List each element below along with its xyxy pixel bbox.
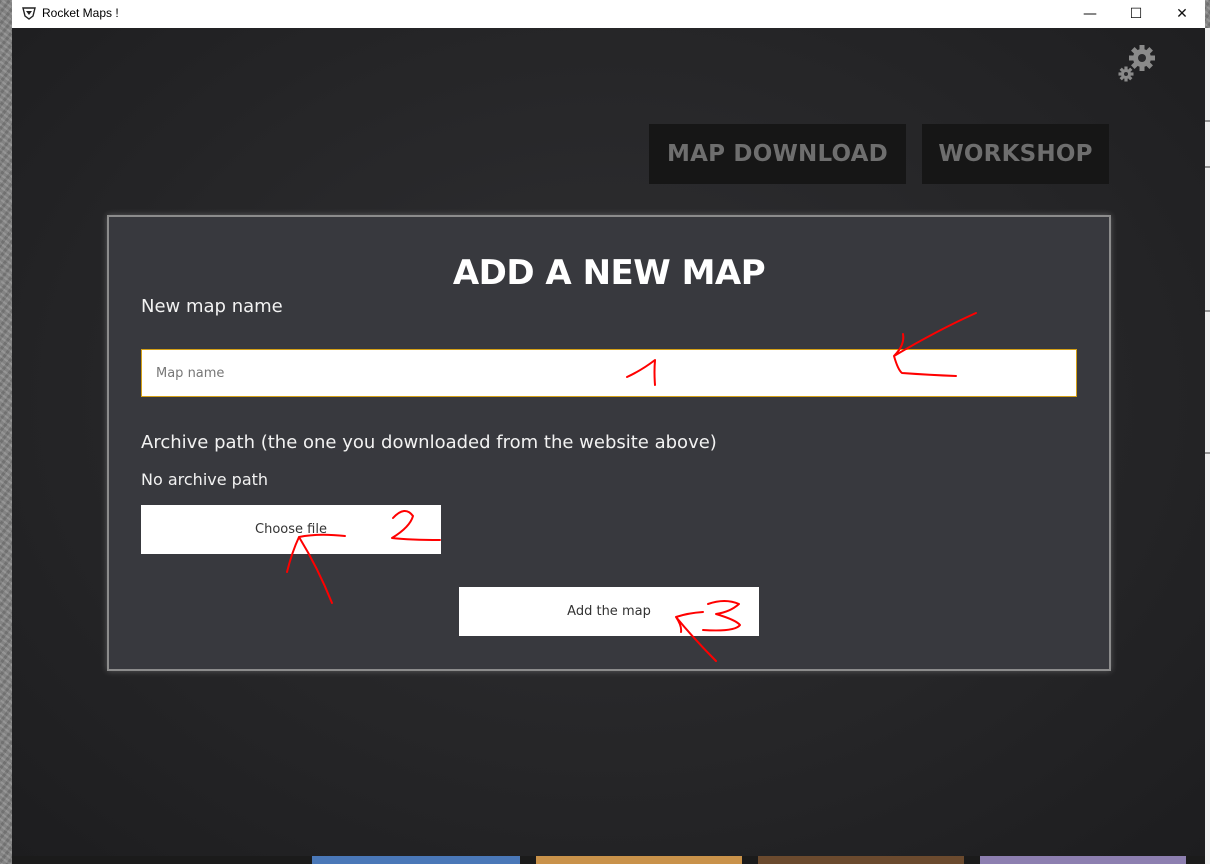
map-download-button[interactable]: MAP DOWNLOAD — [649, 124, 906, 184]
archive-path-status: No archive path — [141, 470, 269, 489]
add-map-button[interactable]: Add the map — [459, 587, 759, 636]
map-name-input[interactable] — [141, 349, 1077, 397]
workshop-button[interactable]: WORKSHOP — [922, 124, 1109, 184]
window-title: Rocket Maps ! — [42, 6, 119, 20]
archive-path-label: Archive path (the one you downloaded fro… — [141, 432, 717, 453]
gear-icon[interactable] — [1116, 42, 1160, 86]
choose-file-button[interactable]: Choose file — [141, 505, 441, 554]
maximize-icon: ☐ — [1129, 6, 1143, 22]
map-download-label: MAP DOWNLOAD — [667, 141, 888, 167]
title-bar[interactable]: Rocket Maps ! — ☐ ✕ — [12, 0, 1205, 28]
choose-file-label: Choose file — [255, 522, 327, 537]
close-icon: ✕ — [1176, 6, 1188, 22]
add-map-panel: ADD A NEW MAP New map name Archive path … — [107, 215, 1111, 671]
background-thumbnails — [12, 856, 1205, 864]
panel-title: ADD A NEW MAP — [452, 253, 766, 293]
close-button[interactable]: ✕ — [1159, 0, 1205, 28]
minimize-button[interactable]: — — [1067, 0, 1113, 28]
minimize-icon: — — [1083, 6, 1097, 22]
map-name-label: New map name — [141, 296, 283, 317]
rocket-app-icon — [22, 7, 36, 20]
add-map-label: Add the map — [567, 604, 651, 619]
workshop-label: WORKSHOP — [938, 141, 1093, 167]
background-window-edge — [1205, 28, 1210, 864]
app-content: MAP DOWNLOAD WORKSHOP ADD A NEW MAP New … — [12, 28, 1205, 856]
app-window: Rocket Maps ! — ☐ ✕ MAP DOWNLOAD WORKSHO… — [12, 0, 1205, 856]
maximize-button[interactable]: ☐ — [1113, 0, 1159, 28]
